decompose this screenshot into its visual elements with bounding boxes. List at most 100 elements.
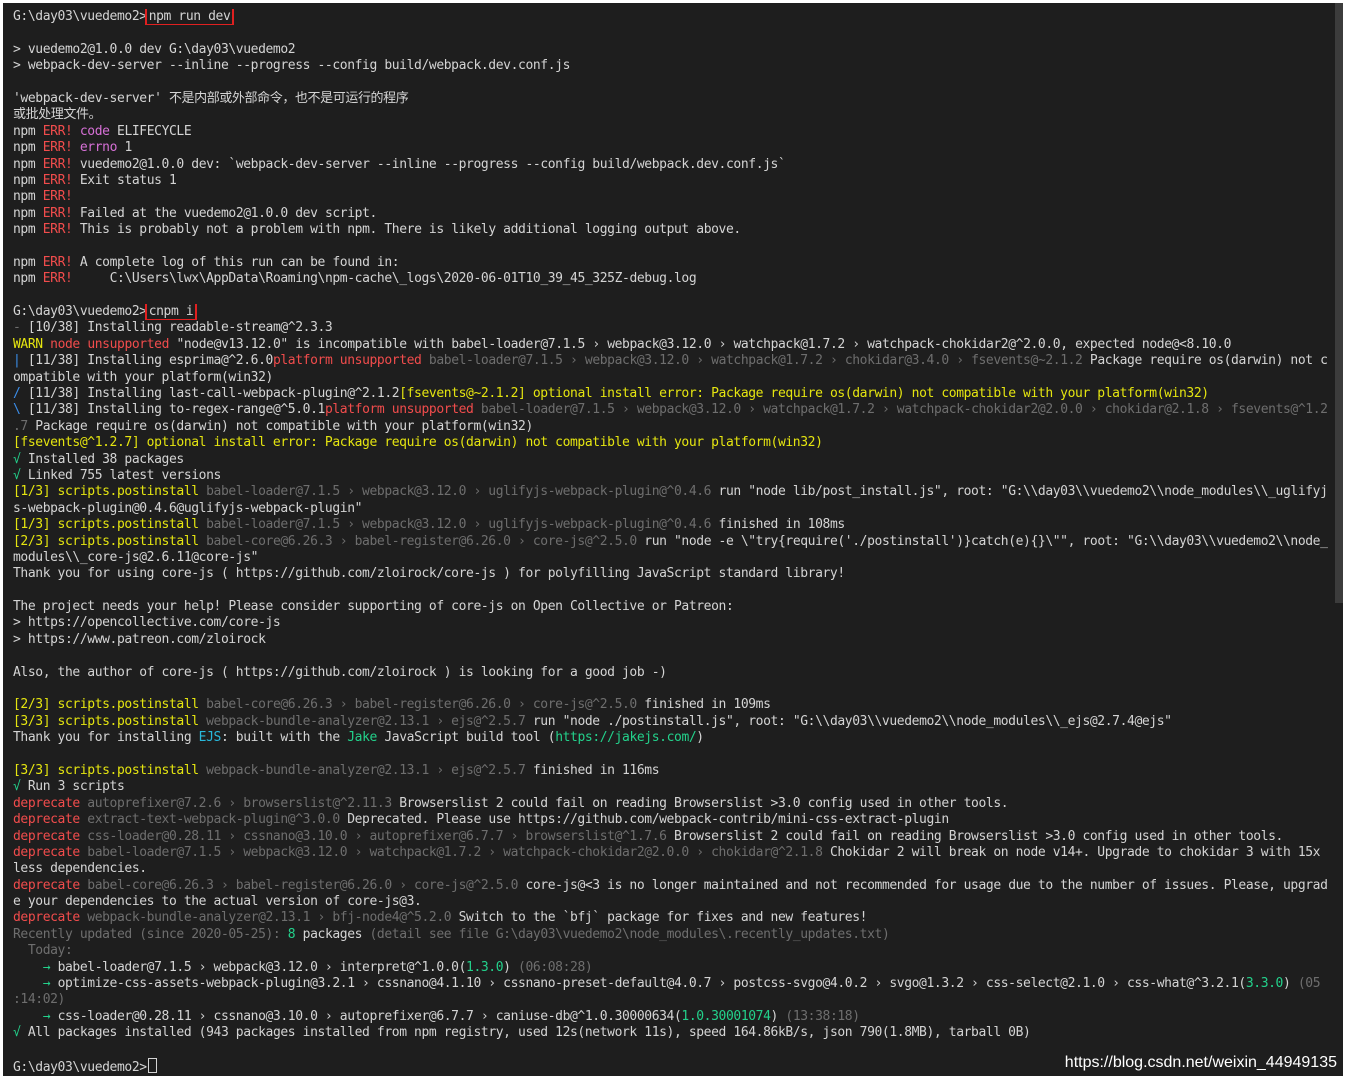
terminal-text-segment: Chokidar 2 will break on node v14+. Upgr…	[822, 844, 1321, 860]
terminal-line: npm ERR! A complete log of this run can …	[13, 255, 1329, 271]
terminal-text-segment: ERR!	[42, 172, 73, 188]
terminal-text-segment: extract-text-webpack-plugin@^3.0.0	[79, 812, 340, 828]
terminal-text-segment: npm	[13, 222, 43, 238]
terminal-line: [3/3] scripts.postinstall webpack-bundle…	[13, 763, 1329, 779]
terminal-text-segment: G:\day03\vuedemo2>	[13, 1060, 147, 1075]
terminal-line: npm ERR!	[13, 189, 1329, 205]
terminal-text-segment: https://jakejs.com/	[555, 730, 697, 746]
terminal-text-segment: →	[13, 1008, 58, 1024]
terminal-text-segment: platform unsupported	[324, 402, 474, 418]
terminal-text-segment: A complete log of this run can be found …	[72, 254, 400, 270]
terminal-text-segment: babel-loader@7.1.5 › webpack@3.12.0 › wa…	[473, 402, 1328, 418]
terminal-line: deprecate babel-core@6.26.3 › babel-regi…	[13, 878, 1329, 894]
terminal-text-segment: [1/3] scripts.postinstall	[13, 484, 199, 500]
terminal-text-segment: ERR!	[42, 271, 73, 287]
terminal-text-segment: ERR!	[42, 156, 73, 172]
terminal-text-segment: 3.3.0	[1245, 976, 1284, 992]
terminal-text-segment: npm	[13, 123, 43, 139]
terminal-text-segment: [fsevents@~2.1.2] optional install error…	[399, 385, 1209, 401]
terminal-text-segment: optimize-css-assets-webpack-plugin@3.2.1…	[57, 976, 1247, 992]
terminal-text-segment: run "node ./postinstall.js", root: "G:\\…	[525, 713, 1172, 729]
terminal-text-segment: \	[13, 402, 28, 418]
terminal-text-segment: .7	[13, 418, 28, 434]
terminal-text-segment: finished in 108ms	[711, 517, 846, 533]
terminal-text-segment: Exit status 1	[72, 172, 177, 188]
terminal-text-segment: Recently updated (since 2020-05-25):	[13, 926, 288, 942]
terminal-line: [fsevents@^1.2.7] optional install error…	[13, 435, 1329, 451]
terminal-text-segment: 1	[117, 140, 132, 156]
terminal-text-segment: run "node lib/post_install.js", root: "G…	[711, 484, 1328, 500]
terminal-text-segment: ERR!	[42, 140, 73, 156]
terminal-text-segment: Browserslist 2 could fail on reading Bro…	[391, 795, 1009, 811]
terminal-line: deprecate webpack-bundle-analyzer@2.13.1…	[13, 910, 1329, 926]
terminal-text-segment: 1.0.30001074	[681, 1008, 771, 1024]
terminal-text-segment: [2/3] scripts.postinstall	[13, 533, 199, 549]
terminal-text-segment: vuedemo2@1.0.0 dev: `webpack-dev-server …	[72, 156, 786, 172]
terminal-text-segment: [2/3] scripts.postinstall	[13, 697, 199, 713]
terminal-text-segment: Thank you for using core-js ( https://gi…	[13, 566, 845, 582]
terminal-line: modules\\_core-js@2.6.11@core-js"	[13, 550, 1329, 566]
terminal-text-segment: EJS	[198, 730, 222, 746]
terminal-line: G:\day03\vuedemo2> npm run dev	[13, 9, 1329, 26]
terminal-text-segment: 或批处理文件。	[13, 107, 102, 123]
terminal-text-segment: babel-loader@7.1.5 › webpack@3.12.0 › ug…	[198, 484, 712, 500]
terminal-text-segment: npm	[13, 140, 43, 156]
terminal-line: less dependencies.	[13, 861, 1329, 877]
terminal-text-segment: (06:08:28)	[510, 959, 593, 975]
terminal-text-segment: finished in 116ms	[525, 762, 660, 778]
terminal-text-segment: npm	[13, 189, 43, 205]
terminal-line: deprecate extract-text-webpack-plugin@^3…	[13, 812, 1329, 828]
terminal-text-segment: [fsevents@^1.2.7] optional install error…	[13, 435, 823, 451]
terminal-cursor	[147, 1058, 157, 1073]
terminal-text-segment: G:\day03\vuedemo2>	[13, 9, 147, 24]
terminal-text-segment: Deprecated. Please use https://github.co…	[339, 812, 949, 828]
terminal-line: WARN node unsupported "node@v13.12.0" is…	[13, 337, 1329, 353]
terminal-line: Today:	[13, 943, 1329, 959]
terminal-text-segment: ELIFECYCLE	[109, 123, 192, 139]
terminal-text-segment: Package require os(darwin) not c	[1082, 353, 1328, 369]
terminal-line: / [11/38] Installing last-call-webpack-p…	[13, 386, 1329, 402]
terminal-text-segment: Thank you for installing	[13, 730, 199, 746]
terminal-line: npm ERR! errno 1	[13, 140, 1329, 156]
terminal-text-segment: JavaScript build tool (	[376, 730, 556, 746]
terminal-line: npm ERR! code ELIFECYCLE	[13, 124, 1329, 140]
terminal-text-segment: Package require os(darwin) not compatibl…	[27, 418, 533, 434]
terminal-line: deprecate autoprefixer@7.2.6 › browsersl…	[13, 796, 1329, 812]
terminal-line: 或批处理文件。	[13, 107, 1329, 123]
terminal-text-segment: npm	[13, 271, 43, 287]
scrollbar-thumb[interactable]	[1335, 3, 1343, 603]
terminal-text-segment: [3/3] scripts.postinstall	[13, 713, 199, 729]
terminal-text-segment: The project needs your help! Please cons…	[13, 599, 734, 615]
terminal-line: npm ERR! Failed at the vuedemo2@1.0.0 de…	[13, 206, 1329, 222]
terminal-text-segment: > webpack-dev-server --inline --progress…	[13, 58, 570, 74]
vertical-scrollbar[interactable]	[1335, 3, 1343, 1076]
terminal-text-segment: > https://www.patreon.com/zloirock	[13, 631, 266, 647]
terminal-text-segment: babel-core@6.26.3 › babel-register@6.26.…	[198, 697, 637, 713]
terminal-text-segment: npm	[13, 172, 43, 188]
terminal-line: √ All packages installed (943 packages i…	[13, 1025, 1329, 1041]
terminal-window[interactable]: G:\day03\vuedemo2> npm run dev > vuedemo2@…	[3, 3, 1343, 1076]
terminal-text-segment: css-loader@0.28.11 › cssnano@3.10.0 › au…	[79, 828, 667, 844]
terminal-text-segment: run "node -e \"try{require('./postinstal…	[636, 533, 1328, 549]
terminal-line: √ Linked 755 latest versions	[13, 468, 1329, 484]
terminal-text-segment: [3/3] scripts.postinstall	[13, 762, 199, 778]
terminal-line: npm ERR! vuedemo2@1.0.0 dev: `webpack-de…	[13, 157, 1329, 173]
terminal-text-segment: [10/38] Installing readable-stream@^2.3.…	[27, 320, 333, 336]
terminal-text-segment: Jake	[347, 730, 377, 746]
terminal-text-segment: code	[79, 123, 110, 139]
terminal-text-segment: Also, the author of core-js ( https://gi…	[13, 664, 667, 680]
terminal-text-segment: webpack-bundle-analyzer@2.13.1 › bfj-nod…	[79, 910, 452, 926]
terminal-text-segment: [11/38] Installing to-regex-range@^5.0.1	[27, 402, 325, 418]
terminal-line: deprecate css-loader@0.28.11 › cssnano@3…	[13, 829, 1329, 845]
terminal-text-segment: [1/3] scripts.postinstall	[13, 517, 199, 533]
terminal-text-segment: (05	[1290, 976, 1321, 992]
terminal-text-segment: errno	[79, 140, 118, 156]
terminal-text-segment: modules\\_core-js@2.6.11@core-js"	[13, 549, 259, 565]
terminal-text-segment: ompatible with your platform(win32)	[13, 369, 273, 385]
